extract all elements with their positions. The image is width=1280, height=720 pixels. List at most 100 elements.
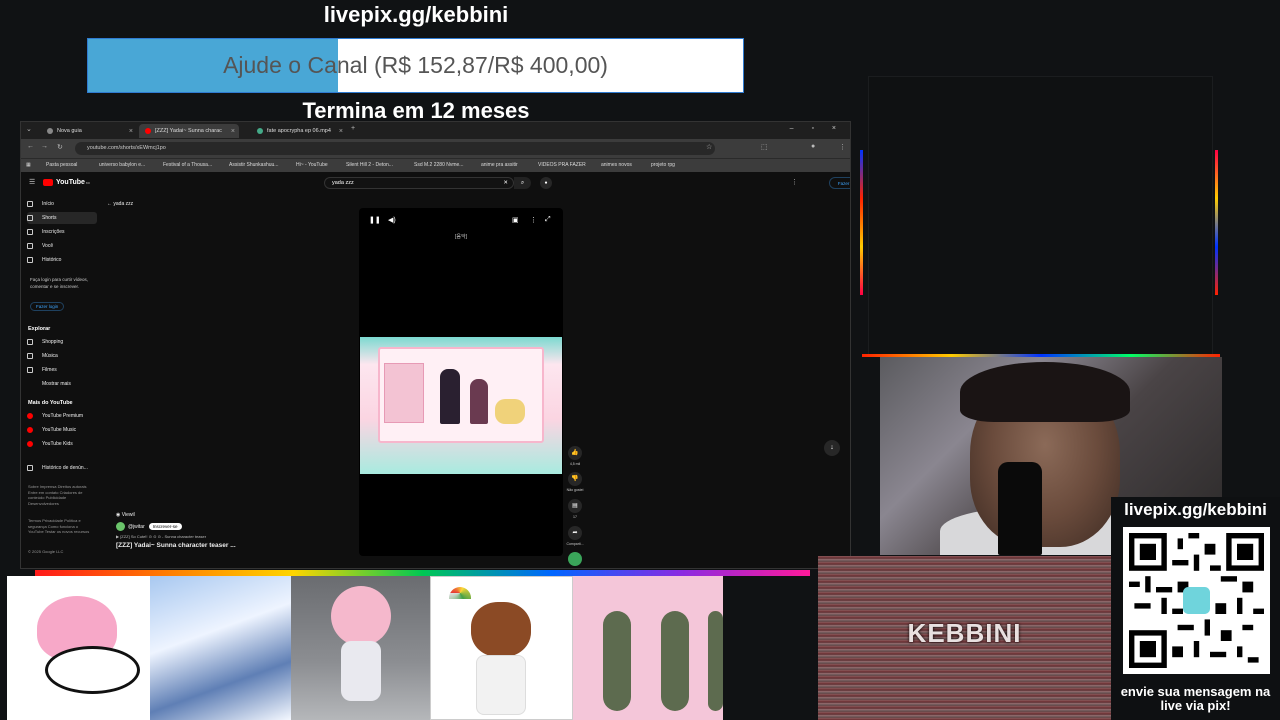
location-label: Viewil <box>121 512 135 518</box>
sidebar-login-button[interactable]: Fazer login <box>30 302 65 311</box>
bookmark-folder[interactable]: anime pra assitir <box>481 162 518 168</box>
youtube-kids-icon <box>27 441 33 447</box>
sidebar-item-home[interactable]: Início <box>27 198 97 210</box>
reload-icon[interactable]: ↻ <box>57 143 63 151</box>
back-to-search-link[interactable]: ← yada zzz <box>107 201 133 207</box>
microphone-icon[interactable]: ● <box>540 177 552 189</box>
dislike-icon[interactable]: 👎 <box>568 472 582 486</box>
shorts-icon <box>27 215 33 221</box>
bookmark-folder[interactable]: animes novos <box>601 162 632 168</box>
copyright: © 2025 Google LLC <box>28 549 64 554</box>
sidebar-item-label: Filmes <box>42 367 57 373</box>
qr-code-graphic <box>1129 533 1264 668</box>
more-options-icon[interactable]: ⋮ <box>530 216 537 224</box>
login-button[interactable]: Fazer login <box>829 177 850 189</box>
sidebar-item-movies[interactable]: Filmes <box>27 364 97 376</box>
url-field[interactable]: youtube.com/shorts/xEWmcj1po <box>75 142 715 155</box>
footer-links-2[interactable]: Termos Privacidade Política e segurança … <box>28 518 94 535</box>
channel-avatar[interactable] <box>116 522 125 531</box>
window-controls[interactable]: – ▫ × <box>790 125 844 132</box>
clear-search-icon[interactable]: ✕ <box>503 178 508 189</box>
sidebar-item-premium[interactable]: YouTube Premium <box>27 410 97 422</box>
footer-links-1[interactable]: Sobre Imprensa Direitos autorais Entre e… <box>28 484 94 506</box>
forward-icon[interactable]: → <box>41 143 48 150</box>
close-tab-icon[interactable]: × <box>339 128 343 135</box>
sidebar-item-show-more[interactable]: Mostrar mais <box>27 378 97 390</box>
location-tag[interactable]: ◉ Viewil <box>116 512 236 518</box>
volume-icon[interactable]: ◀) <box>388 216 396 224</box>
back-label: yada zzz <box>113 201 134 207</box>
extensions-icon[interactable]: ⬚ <box>761 143 768 151</box>
like-icon[interactable]: 👍 <box>568 446 582 460</box>
bookmark-item[interactable]: Pasta pessoal <box>46 162 77 168</box>
sidebar-item-label: Shorts <box>42 215 57 221</box>
donation-goal-bar: Ajude o Canal (R$ 152,87/R$ 400,00) <box>87 38 744 93</box>
share-icon[interactable]: ➦ <box>568 526 582 540</box>
comment-icon[interactable]: ▤ <box>568 499 582 513</box>
search-icon[interactable]: ⌕ <box>514 177 531 189</box>
close-tab-icon[interactable]: × <box>129 128 133 135</box>
bookmark-folder[interactable]: VIDEOS PRA FAZER <box>538 162 586 168</box>
livepix-message: envie sua mensagem na live via pix! <box>1120 684 1271 713</box>
bookmark-item[interactable]: Festival of a Thousa... <box>163 162 212 168</box>
bookmark-item[interactable]: universo babylon e... <box>99 162 145 168</box>
donation-goal-text: Ajude o Canal (R$ 152,87/R$ 400,00) <box>223 52 608 78</box>
next-short-arrow-icon[interactable]: ↓ <box>824 440 840 456</box>
shorts-player[interactable]: ❚❚ ◀) ▣ ⋮ ⤢ [음악] <box>359 208 563 556</box>
youtube-search-input[interactable]: yada zzz ✕ <box>324 177 514 189</box>
character-shape <box>603 611 631 711</box>
livepix-qr-panel: livepix.gg/kebbini envie sua mensagem na… <box>1111 497 1280 720</box>
sidebar-item-shorts[interactable]: Shorts <box>27 212 97 224</box>
settings-menu-icon[interactable]: ⋮ <box>791 178 798 186</box>
character-shape <box>661 611 689 711</box>
sidebar-item-you[interactable]: Você <box>27 240 97 252</box>
sidebar-item-music-app[interactable]: YouTube Music <box>27 424 97 436</box>
subscribe-button[interactable]: Inscrever-se <box>148 523 182 530</box>
sidebar-item-label: YouTube Premium <box>42 413 84 419</box>
tab-new[interactable]: Nova guia × <box>41 124 137 138</box>
profile-icon[interactable]: ● <box>811 143 815 150</box>
sidebar-item-subscriptions[interactable]: Inscrições <box>27 226 97 238</box>
youtube-logo[interactable]: YouTube BR <box>43 179 90 186</box>
sound-line[interactable]: ▶ [ZZZ] So Cute!! ⊙ ⊙ ⊙ - Sunna characte… <box>116 534 236 539</box>
character-shape <box>440 369 460 424</box>
sidebar-item-kids[interactable]: YouTube Kids <box>27 438 97 450</box>
new-tab-button[interactable]: + <box>351 125 355 132</box>
menu-icon[interactable]: ⋮ <box>839 143 846 151</box>
sidebar-item-label: Shopping <box>42 339 64 345</box>
bookmark-star-icon[interactable]: ☆ <box>706 143 712 151</box>
channel-name[interactable]: @jwitar <box>128 524 145 530</box>
sidebar-item-shopping[interactable]: Shopping <box>27 336 97 348</box>
fullscreen-icon[interactable]: ⤢ <box>545 216 551 224</box>
sidebar-item-report-history[interactable]: Histórico de denún... <box>27 462 97 474</box>
vending-machine-shape <box>384 363 424 423</box>
back-icon[interactable]: ← <box>27 143 34 150</box>
pause-icon[interactable]: ❚❚ <box>369 216 381 224</box>
shopping-icon <box>27 339 33 345</box>
short-title[interactable]: [ZZZ] Yadai~ Sunna character teaser ... <box>116 542 236 549</box>
sidebar-item-music[interactable]: Música <box>27 350 97 362</box>
tab-video-file[interactable]: fate apocrypha ep 06.mp4 × <box>251 124 347 138</box>
bookmark-item[interactable]: Hi~ - YouTube <box>296 162 328 168</box>
bookmark-folder[interactable]: projeto rpg <box>651 162 675 168</box>
hamburger-menu-icon[interactable]: ☰ <box>29 178 35 186</box>
apps-icon[interactable]: ▦ <box>26 162 31 168</box>
captions-icon[interactable]: ▣ <box>512 216 519 224</box>
more-youtube-heading: Mais do YouTube <box>28 400 73 406</box>
tab-search-icon[interactable]: ⌄ <box>26 125 32 133</box>
sidebar-item-label: Inscrições <box>42 229 65 235</box>
bookmark-item[interactable]: Ssd M.2 2280 Nvme... <box>414 162 463 168</box>
close-tab-icon[interactable]: × <box>231 128 235 135</box>
tab-label: [ZZZ] Yadai~ Sunna charac <box>155 128 222 134</box>
streamer-hair <box>960 362 1130 422</box>
bookmark-item[interactable]: Silent Hill 2 - Deton... <box>346 162 393 168</box>
share-label: Comparti... <box>566 542 584 546</box>
bookmark-item[interactable]: Assistir Shunkashuu... <box>229 162 278 168</box>
sidebar-item-history[interactable]: Histórico <box>27 254 97 266</box>
character-head-shape <box>471 602 531 657</box>
tab-youtube-short[interactable]: [ZZZ] Yadai~ Sunna charac × <box>139 124 239 138</box>
sound-thumbnail-icon[interactable] <box>568 552 582 566</box>
youtube-favicon <box>145 128 151 134</box>
video-caption: [음악] <box>455 234 467 240</box>
home-icon <box>27 201 33 207</box>
